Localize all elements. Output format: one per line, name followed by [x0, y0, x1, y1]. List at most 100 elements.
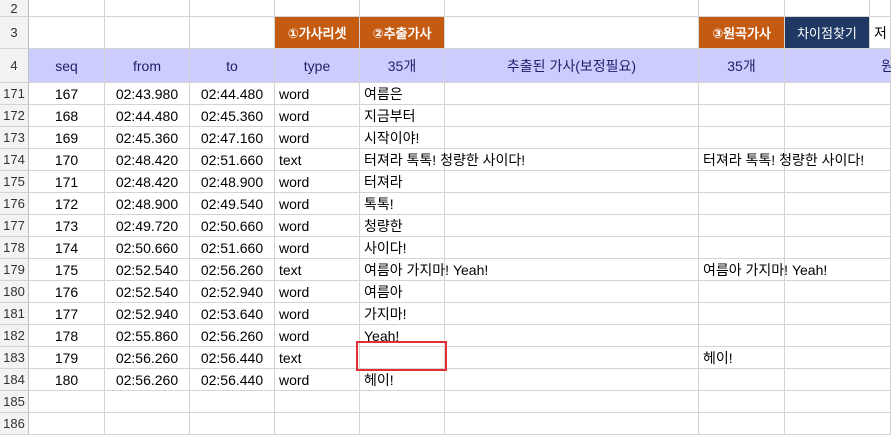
- row-header[interactable]: 179: [0, 259, 29, 281]
- cell[interactable]: [445, 281, 699, 303]
- original-lyric-cell[interactable]: 헤이!: [699, 347, 785, 369]
- column-header-type[interactable]: type: [275, 49, 360, 83]
- column-header-from[interactable]: from: [105, 49, 190, 83]
- to-cell[interactable]: 02:44.480: [190, 83, 275, 105]
- to-cell[interactable]: 02:56.260: [190, 325, 275, 347]
- from-cell[interactable]: 02:45.360: [105, 127, 190, 149]
- lyric-cell[interactable]: 여름은: [360, 83, 445, 105]
- seq-cell[interactable]: 175: [29, 259, 105, 281]
- row-header[interactable]: 177: [0, 215, 29, 237]
- extract-count[interactable]: 35개: [360, 49, 445, 83]
- row-header[interactable]: 178: [0, 237, 29, 259]
- to-cell[interactable]: 02:50.660: [190, 215, 275, 237]
- cell[interactable]: [445, 325, 699, 347]
- to-cell[interactable]: 02:49.540: [190, 193, 275, 215]
- cell[interactable]: [785, 193, 891, 215]
- row-header[interactable]: 185: [0, 391, 29, 413]
- from-cell[interactable]: 02:44.480: [105, 105, 190, 127]
- cell[interactable]: [785, 127, 891, 149]
- to-cell[interactable]: 02:51.660: [190, 237, 275, 259]
- row-header[interactable]: 172: [0, 105, 29, 127]
- cell[interactable]: [190, 413, 275, 435]
- type-cell[interactable]: text: [275, 347, 360, 369]
- from-cell[interactable]: 02:52.540: [105, 259, 190, 281]
- cell[interactable]: [105, 391, 190, 413]
- cell[interactable]: [785, 237, 891, 259]
- original-lyric-cell[interactable]: [699, 171, 785, 193]
- row-header[interactable]: 171: [0, 83, 29, 105]
- type-cell[interactable]: word: [275, 193, 360, 215]
- row-header[interactable]: 186: [0, 413, 29, 435]
- lyric-reset-button[interactable]: ①가사리셋: [275, 17, 360, 49]
- lyric-cell[interactable]: 터져라: [360, 171, 445, 193]
- from-cell[interactable]: 02:48.420: [105, 171, 190, 193]
- cell[interactable]: [445, 127, 699, 149]
- from-cell[interactable]: 02:55.860: [105, 325, 190, 347]
- lyric-cell[interactable]: 여름아: [360, 281, 445, 303]
- cell[interactable]: [105, 413, 190, 435]
- seq-cell[interactable]: 179: [29, 347, 105, 369]
- cell[interactable]: [785, 369, 891, 391]
- type-cell[interactable]: word: [275, 369, 360, 391]
- cell[interactable]: [785, 105, 891, 127]
- lyric-cell[interactable]: 가지마!: [360, 303, 445, 325]
- from-cell[interactable]: 02:48.420: [105, 149, 190, 171]
- original-lyric-cell[interactable]: [699, 303, 785, 325]
- cell[interactable]: [785, 413, 891, 435]
- original-lyric-cell[interactable]: [699, 193, 785, 215]
- row-header[interactable]: 176: [0, 193, 29, 215]
- extract-lyrics-button[interactable]: ②추출가사: [360, 17, 445, 49]
- column-header-extracted-lyrics[interactable]: 추출된 가사(보정필요): [445, 49, 699, 83]
- type-cell[interactable]: word: [275, 83, 360, 105]
- column-header-original-lyrics[interactable]: 원: [785, 49, 891, 83]
- original-lyric-cell[interactable]: [699, 369, 785, 391]
- cell[interactable]: [105, 17, 190, 49]
- original-lyric-cell[interactable]: [699, 281, 785, 303]
- from-cell[interactable]: 02:48.900: [105, 193, 190, 215]
- cell[interactable]: [785, 325, 891, 347]
- to-cell[interactable]: 02:47.160: [190, 127, 275, 149]
- seq-cell[interactable]: 168: [29, 105, 105, 127]
- cell[interactable]: [29, 0, 105, 17]
- type-cell[interactable]: word: [275, 303, 360, 325]
- cell[interactable]: [275, 413, 360, 435]
- cell[interactable]: [29, 391, 105, 413]
- lyric-cell[interactable]: 사이다!: [360, 237, 445, 259]
- seq-cell[interactable]: 174: [29, 237, 105, 259]
- from-cell[interactable]: 02:56.260: [105, 347, 190, 369]
- column-header-seq[interactable]: seq: [29, 49, 105, 83]
- cell[interactable]: [360, 391, 445, 413]
- cell[interactable]: [190, 17, 275, 49]
- original-lyric-cell[interactable]: [699, 237, 785, 259]
- original-lyric-cell[interactable]: 여름아 가지마! Yeah!: [699, 259, 827, 281]
- seq-cell[interactable]: 178: [29, 325, 105, 347]
- from-cell[interactable]: 02:52.940: [105, 303, 190, 325]
- lyric-cell[interactable]: 헤이!: [360, 369, 445, 391]
- lyric-cell[interactable]: 청량한: [360, 215, 445, 237]
- seq-cell[interactable]: 173: [29, 215, 105, 237]
- cell[interactable]: [29, 413, 105, 435]
- from-cell[interactable]: 02:43.980: [105, 83, 190, 105]
- row-header[interactable]: 181: [0, 303, 29, 325]
- type-cell[interactable]: word: [275, 237, 360, 259]
- type-cell[interactable]: word: [275, 105, 360, 127]
- cell[interactable]: [445, 215, 699, 237]
- seq-cell[interactable]: 170: [29, 149, 105, 171]
- from-cell[interactable]: 02:56.260: [105, 369, 190, 391]
- cell[interactable]: [445, 17, 699, 49]
- cell[interactable]: [785, 347, 891, 369]
- type-cell[interactable]: word: [275, 127, 360, 149]
- lyric-cell[interactable]: 톡톡!: [360, 193, 445, 215]
- cut-off-button[interactable]: 저: [870, 17, 891, 49]
- from-cell[interactable]: 02:50.660: [105, 237, 190, 259]
- to-cell[interactable]: 02:51.660: [190, 149, 275, 171]
- cell[interactable]: [275, 391, 360, 413]
- cell[interactable]: [785, 215, 891, 237]
- original-count[interactable]: 35개: [699, 49, 785, 83]
- column-header-to[interactable]: to: [190, 49, 275, 83]
- original-lyrics-button[interactable]: ③원곡가사: [699, 17, 785, 49]
- cell[interactable]: [275, 0, 360, 17]
- cell[interactable]: [445, 369, 699, 391]
- cell[interactable]: [445, 391, 699, 413]
- from-cell[interactable]: 02:49.720: [105, 215, 190, 237]
